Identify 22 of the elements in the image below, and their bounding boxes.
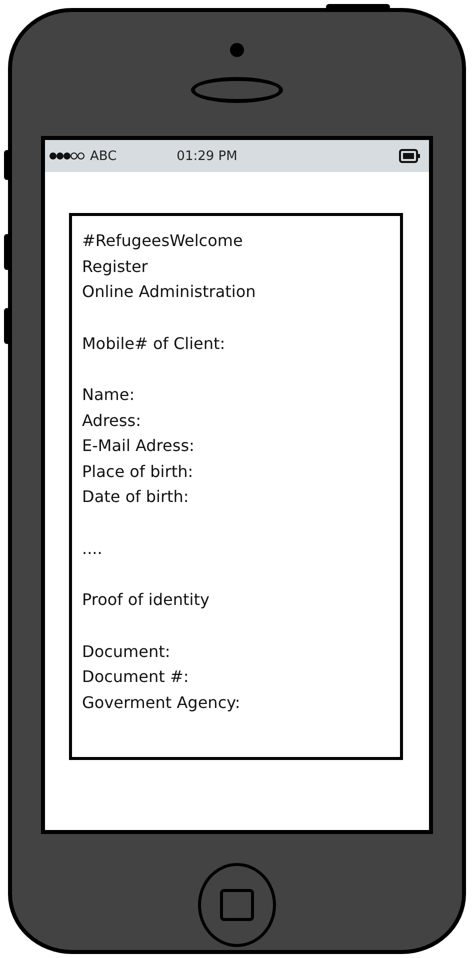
form-label: Proof of identity	[82, 589, 210, 611]
camera-icon	[230, 43, 244, 57]
form-label: Document:	[82, 640, 172, 662]
form-label: Name:	[82, 384, 136, 406]
form-label: Date of birth:	[82, 486, 190, 508]
form-label: Adress:	[82, 410, 142, 432]
form-label: Document #:	[82, 666, 190, 688]
square-icon	[220, 889, 254, 921]
signal-icon	[49, 152, 85, 160]
form-label: E-Mail Adress:	[82, 435, 196, 457]
form-label: Register	[82, 256, 149, 278]
form-label: #RefugeesWelcome	[82, 230, 244, 252]
form-label: Mobile# of Client:	[82, 332, 226, 354]
home-button[interactable]	[198, 863, 276, 947]
form-label: Goverment Agency:	[82, 692, 242, 714]
status-time: 01:29 PM	[176, 148, 238, 164]
carrier-name: ABC	[90, 148, 117, 164]
battery-icon	[399, 149, 421, 163]
form-label: Place of birth:	[82, 460, 194, 482]
form-label: ....	[82, 538, 104, 560]
speaker-icon	[191, 77, 283, 103]
form-label: Online Administration	[82, 281, 257, 303]
